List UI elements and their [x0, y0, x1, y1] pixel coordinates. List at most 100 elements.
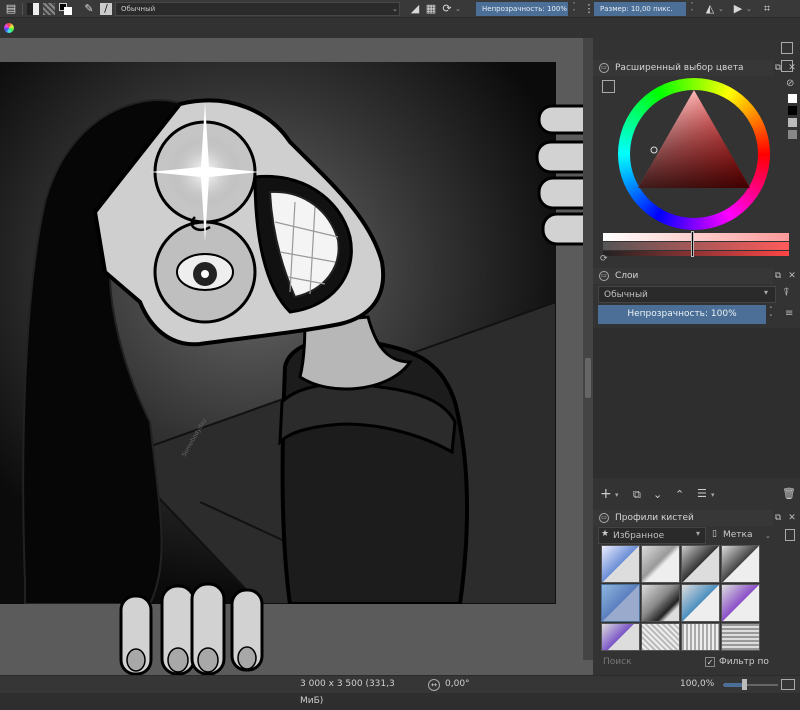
zoom-slider-handle[interactable]: [742, 679, 747, 690]
brush-preset-tile[interactable]: [681, 623, 720, 651]
fg-bg-colors-icon[interactable]: [59, 2, 73, 16]
mirror-horizontal-icon[interactable]: ◭: [703, 2, 717, 16]
canvas-vertical-scrollbar[interactable]: [583, 38, 593, 660]
palette-icon[interactable]: [4, 23, 14, 33]
opacity-spinner-icon[interactable]: ˄ ˅: [570, 2, 578, 16]
chevron-down-icon: ▾: [711, 491, 715, 499]
close-docker-icon[interactable]: ✕: [787, 63, 797, 73]
image-size-info[interactable]: 3 000 x 3 500 (331,3 МиБ): [300, 676, 420, 706]
move-layer-down-icon[interactable]: ⌄: [653, 488, 662, 501]
chevron-down-icon: ⌄: [765, 532, 771, 540]
brush-preset-tile[interactable]: [721, 584, 760, 622]
white-swatch[interactable]: [788, 94, 797, 103]
delete-layer-icon[interactable]: 🗑: [782, 487, 796, 500]
brush-preset-tile[interactable]: [721, 545, 760, 583]
layer-opacity-slider[interactable]: Непрозрачность: 100%: [598, 305, 766, 324]
size-slider[interactable]: Размер: 10,00 пикс.: [594, 2, 686, 16]
float-docker-icon[interactable]: ⧉: [773, 63, 783, 73]
gray-swatch[interactable]: [788, 118, 797, 127]
rotation-icon[interactable]: ↔: [428, 679, 440, 691]
move-layer-up-icon[interactable]: ⌃: [675, 488, 684, 501]
fullscreen-icon[interactable]: [781, 679, 795, 690]
chevron-down-icon: ▾: [615, 491, 619, 499]
layers-header: Слои: [593, 268, 773, 284]
opacity-slider[interactable]: Непрозрачность: 100%: [476, 2, 568, 16]
blend-mode-select[interactable]: Обычный: [115, 2, 400, 16]
close-docker-icon[interactable]: ✕: [787, 271, 797, 281]
filter-checkbox[interactable]: ✓: [705, 657, 715, 667]
lock-icon[interactable]: ▭: [599, 271, 609, 281]
chevron-down-icon: ⌄: [718, 5, 724, 13]
reload-preset-icon[interactable]: ⟳: [440, 2, 454, 16]
separator: [22, 3, 23, 15]
brush-preset-tile[interactable]: [721, 623, 760, 651]
brush-preset-tile[interactable]: [641, 584, 680, 622]
document-tab-strip: [0, 18, 800, 38]
dock-layout-icon[interactable]: [781, 42, 793, 54]
color-selector-header: Расширенный выбор цвета: [593, 60, 773, 76]
color-slider-handle[interactable]: [691, 231, 694, 257]
chevron-down-icon: ⌄: [455, 5, 461, 13]
artwork-illustration: Somebodyday: [0, 62, 556, 604]
zoom-value[interactable]: 100,0%: [680, 676, 714, 693]
chevron-down-icon: ⌄: [746, 5, 752, 13]
rotation-value[interactable]: 0,00°: [445, 676, 470, 693]
brush-presets-header: Профили кистей: [593, 510, 773, 526]
filter-icon[interactable]: ⍒: [783, 286, 790, 300]
opacity-spinner-icon[interactable]: ˄ ˅: [769, 306, 773, 322]
layer-list[interactable]: [593, 328, 800, 478]
lock-icon[interactable]: ▭: [599, 63, 609, 73]
duplicate-layer-icon[interactable]: ⧉: [633, 488, 641, 502]
edit-brush-icon[interactable]: ✎: [82, 2, 96, 16]
layer-blend-mode-select[interactable]: Обычный: [598, 286, 776, 303]
chevron-down-icon: ▾: [764, 288, 769, 297]
menu-icon[interactable]: ▤: [4, 2, 18, 16]
tag-icon: ▯: [712, 529, 717, 539]
tag-button[interactable]: Метка: [711, 527, 763, 544]
gradient-icon[interactable]: [27, 3, 39, 15]
float-docker-icon[interactable]: ⧉: [773, 271, 783, 281]
color-slider-bottom[interactable]: [603, 251, 789, 256]
chevron-down-icon: ⌄: [392, 5, 398, 13]
layer-opacity-label: Непрозрачность:: [627, 309, 709, 319]
size-spinner-icon[interactable]: ˄ ˅: [688, 2, 696, 16]
brush-preset-tile-selected[interactable]: [601, 584, 640, 622]
refresh-icon[interactable]: ⟳: [600, 254, 608, 264]
layer-opacity-value: 100%: [710, 309, 737, 319]
brush-search-input[interactable]: Поиск: [599, 654, 699, 671]
color-selector-settings-icon[interactable]: [602, 80, 615, 93]
layer-properties-icon[interactable]: ☰: [697, 487, 707, 500]
brush-tag-select[interactable]: Избранное: [598, 527, 706, 544]
brush-preset-tile[interactable]: [601, 545, 640, 583]
brush-preset-tile[interactable]: [641, 623, 680, 651]
vertical-scroll-thumb[interactable]: [585, 358, 591, 398]
wrap-around-icon[interactable]: ⌗: [760, 2, 774, 16]
hand-fingers-bottom: [119, 582, 264, 676]
tool-options-toolbar: ▤ ✎ / Обычный ⌄ ◢ ▦ ⟳ ⌄ Непрозрачность: …: [0, 0, 800, 18]
color-wheel[interactable]: [618, 78, 770, 230]
brush-preset-tile[interactable]: [641, 545, 680, 583]
float-docker-icon[interactable]: ⧉: [773, 513, 783, 523]
brush-docker-settings-icon[interactable]: [785, 529, 795, 541]
layer-options-icon[interactable]: ≡: [785, 308, 793, 319]
mirror-vertical-icon[interactable]: ▶: [731, 2, 745, 16]
gray-swatch[interactable]: [788, 130, 797, 139]
color-slider-top[interactable]: [603, 233, 789, 241]
star-icon: ★: [601, 529, 610, 539]
black-swatch[interactable]: [788, 106, 797, 115]
color-slider-middle[interactable]: [603, 242, 789, 250]
right-dock: Расширенный выбор цвета ▭ ⧉ ✕ ⊘ ⟳ Слои ▭…: [593, 38, 800, 684]
brush-preset-tile[interactable]: [681, 545, 720, 583]
eraser-icon[interactable]: ◢: [408, 2, 422, 16]
preserve-alpha-icon[interactable]: ▦: [424, 2, 438, 16]
close-docker-icon[interactable]: ✕: [787, 513, 797, 523]
lock-icon[interactable]: ▭: [599, 513, 609, 523]
brush-preset-tile[interactable]: [681, 584, 720, 622]
no-color-icon[interactable]: ⊘: [786, 78, 794, 89]
add-layer-icon[interactable]: +: [600, 486, 612, 502]
brush-preset-icon[interactable]: /: [100, 3, 112, 15]
background-color-swatch[interactable]: [64, 7, 72, 15]
pattern-icon[interactable]: [43, 3, 55, 15]
brush-preset-tile[interactable]: [601, 623, 640, 651]
artwork-canvas[interactable]: Somebodyday: [0, 62, 556, 604]
